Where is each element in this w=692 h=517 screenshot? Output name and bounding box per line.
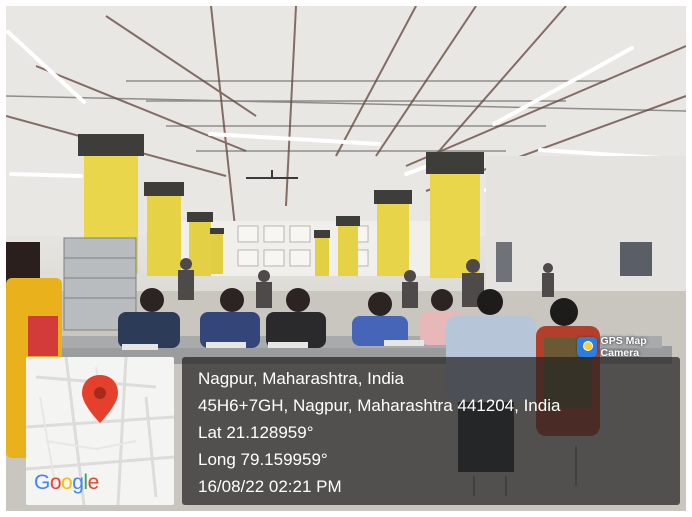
- photo-frame: GPS Map Camera Google Nagpur, Maharashtr…: [0, 0, 692, 517]
- datetime: 16/08/22 02:21 PM: [198, 477, 342, 496]
- gps-map-camera-icon: [577, 337, 597, 357]
- longitude: Long 79.159959°: [198, 450, 328, 469]
- map-pin-icon: [82, 375, 118, 423]
- place-name: Nagpur, Maharashtra, India: [198, 369, 405, 388]
- latitude: Lat 21.128959°: [198, 423, 314, 442]
- google-logo: Google: [34, 471, 99, 494]
- location-info-panel: Nagpur, Maharashtra, India 45H6+7GH, Nag…: [182, 357, 680, 505]
- gps-badge-label: GPS Map Camera: [600, 335, 647, 359]
- address-line: 45H6+7GH, Nagpur, Maharashtra 441204, In…: [198, 396, 561, 415]
- map-thumbnail: Google: [26, 357, 174, 505]
